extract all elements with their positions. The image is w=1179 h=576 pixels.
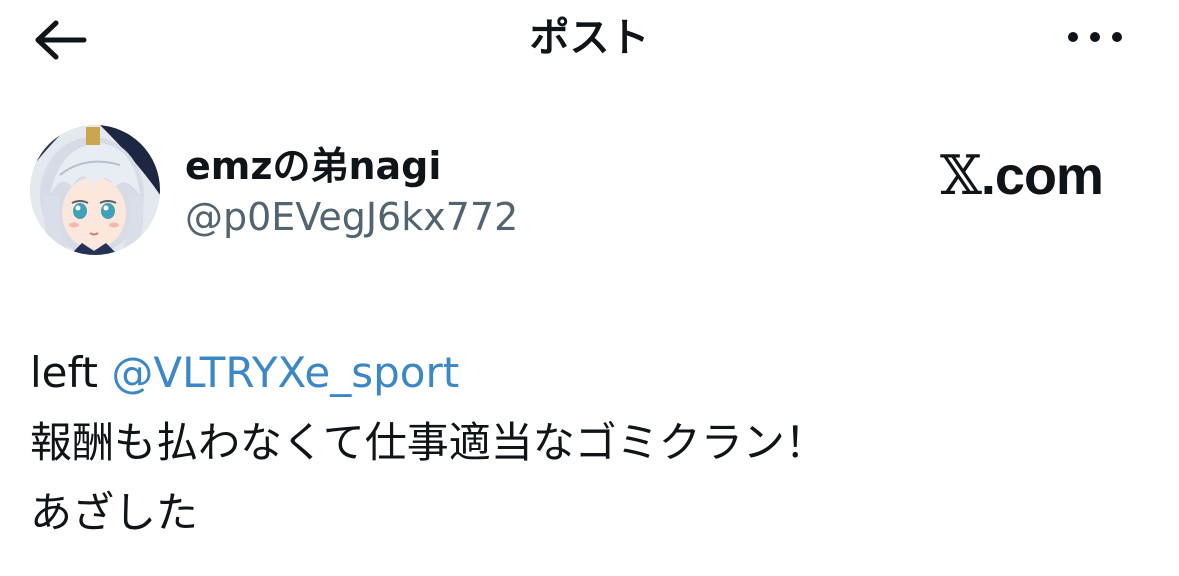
more-horizontal-icon — [1068, 32, 1122, 42]
post-text: left @VLTRYXe_sport 報酬も払わなくて仕事適当なゴミクラン！ … — [30, 338, 1150, 548]
author-handle[interactable]: @p0EVegJ6kx772 — [185, 193, 518, 241]
post-line-2: 報酬も払わなくて仕事適当なゴミクラン！ — [30, 418, 827, 467]
x-com-brand: 𝕏.com — [940, 144, 1104, 207]
mention-link[interactable]: @VLTRYXe_sport — [111, 348, 459, 397]
author-display-name[interactable]: emzの弟nagi — [185, 142, 441, 190]
post-line-3: あざした — [30, 488, 199, 537]
more-options-button[interactable] — [1062, 22, 1132, 52]
page-title: ポスト — [529, 15, 650, 61]
anime-avatar-icon — [30, 125, 160, 255]
top-bar: ポスト — [0, 0, 1179, 80]
brand-domain: .com — [980, 146, 1104, 206]
post-line-1: left @VLTRYXe_sport — [30, 338, 1150, 408]
x-logo-icon: 𝕏 — [940, 144, 982, 207]
avatar[interactable] — [30, 125, 160, 255]
post-prefix: left — [30, 348, 112, 397]
